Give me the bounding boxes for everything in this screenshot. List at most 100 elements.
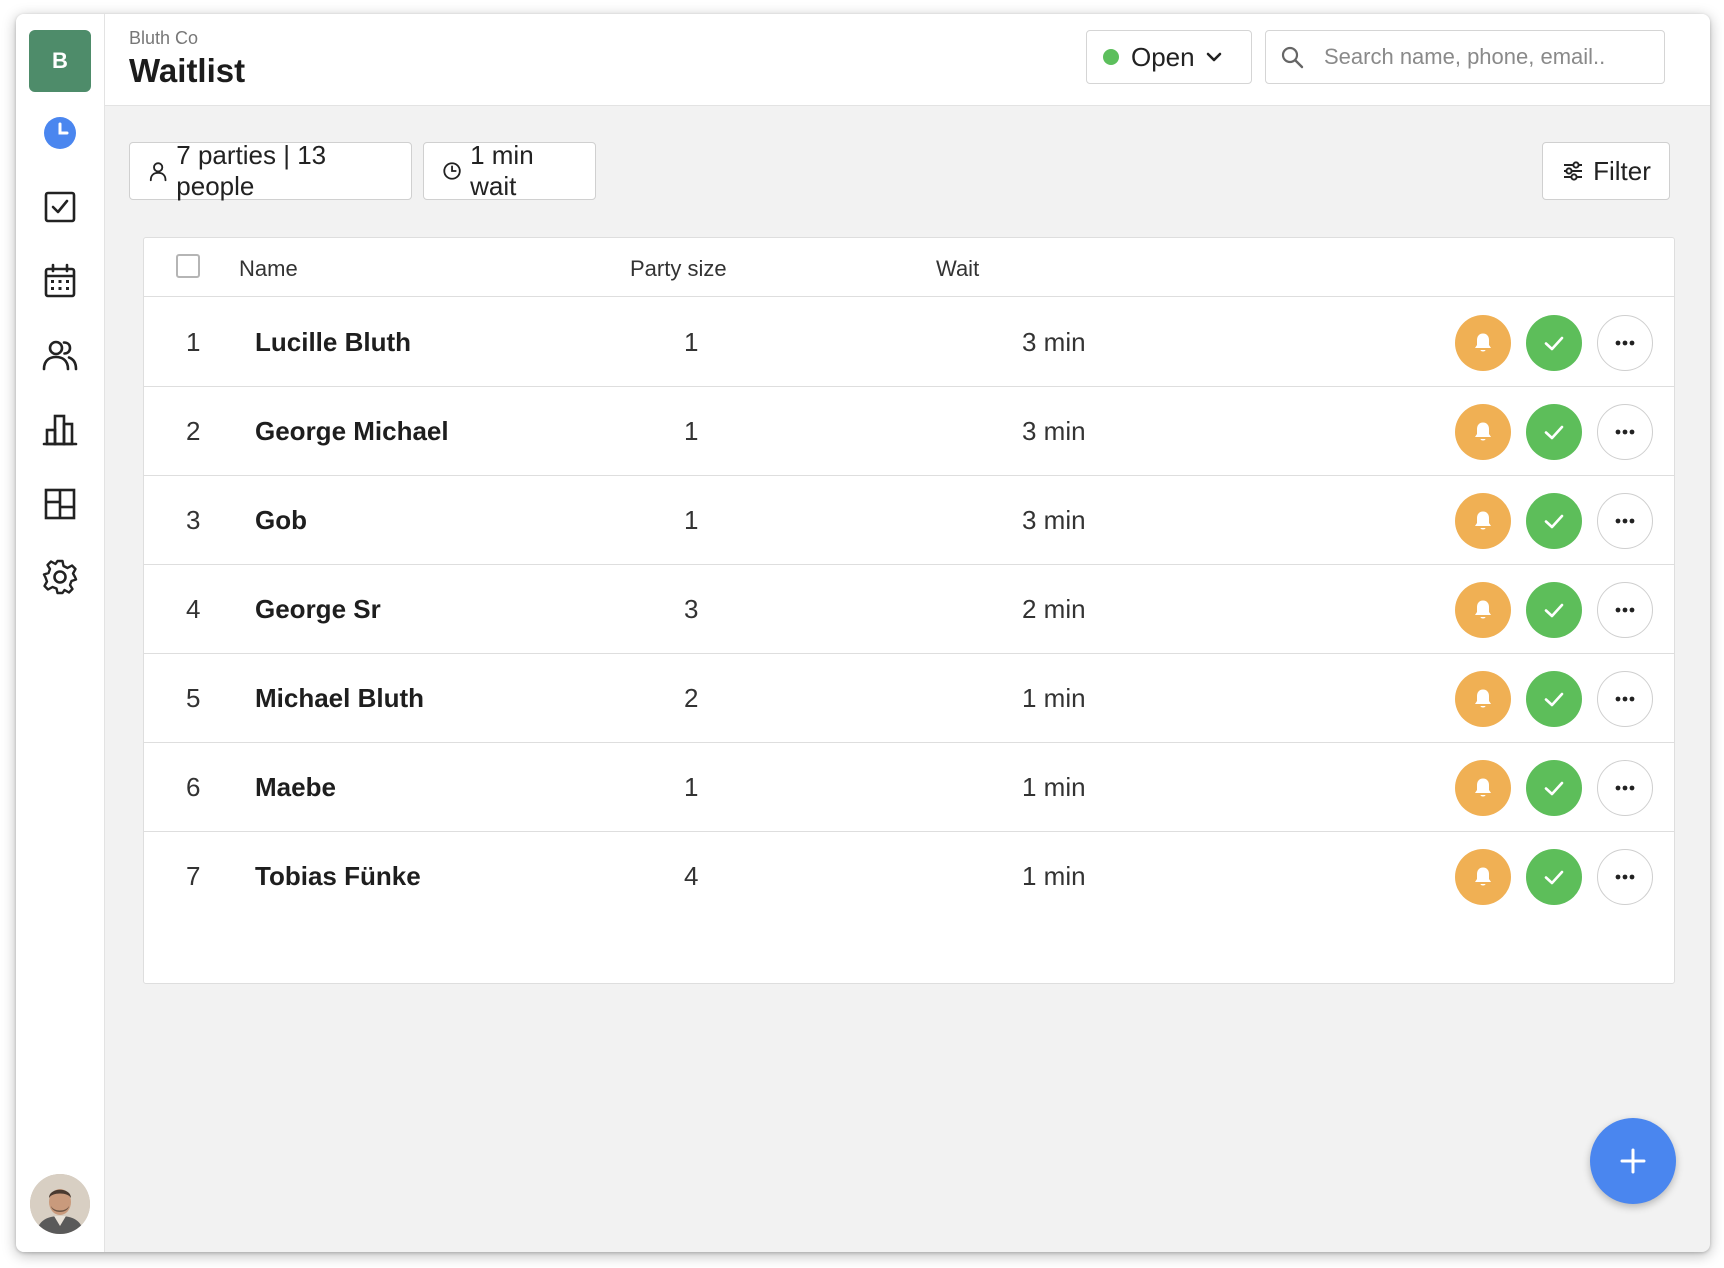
- search-input[interactable]: [1324, 44, 1654, 70]
- sidebar-item-guests[interactable]: [35, 330, 85, 380]
- party-size: 1: [684, 416, 699, 446]
- sidebar-item-floor-plan[interactable]: [35, 479, 85, 529]
- table-header: Name Party size Wait: [144, 238, 1674, 297]
- bell-icon: [1475, 511, 1491, 529]
- bar-chart-icon: [42, 414, 78, 446]
- sidebar-item-settings[interactable]: [35, 552, 85, 602]
- layout-icon: [44, 488, 76, 520]
- brand-logo[interactable]: B: [29, 30, 91, 92]
- seat-button[interactable]: [1526, 759, 1582, 816]
- guest-name[interactable]: Gob: [255, 476, 307, 565]
- guest-name[interactable]: Maebe: [255, 743, 336, 832]
- notify-button[interactable]: [1455, 314, 1511, 371]
- party-size: 1: [684, 772, 699, 802]
- bell-icon: [1475, 867, 1491, 885]
- table-row[interactable]: 7 Tobias Fünke 4 1 min: [144, 832, 1674, 921]
- more-options-button[interactable]: [1597, 492, 1653, 549]
- notify-button[interactable]: [1455, 403, 1511, 460]
- sidebar-item-tasks[interactable]: [35, 182, 85, 232]
- header: Bluth Co Waitlist Open: [105, 14, 1710, 106]
- party-size: 4: [684, 861, 699, 891]
- plus-icon: [1620, 1148, 1646, 1174]
- party-size: 2: [684, 683, 699, 713]
- sidebar-item-calendar[interactable]: [35, 256, 85, 306]
- ellipsis-icon: [1615, 785, 1635, 790]
- check-icon: [1544, 336, 1564, 350]
- gear-icon: [42, 559, 78, 595]
- ellipsis-icon: [1615, 518, 1635, 523]
- check-icon: [1544, 514, 1564, 528]
- table-row[interactable]: 3 Gob 1 3 min: [144, 476, 1674, 565]
- chevron-down-icon: [1206, 52, 1221, 62]
- check-icon: [1544, 692, 1564, 706]
- party-count-label: 7 parties | 13 people: [176, 140, 327, 201]
- more-options-button[interactable]: [1597, 403, 1653, 460]
- table-row[interactable]: 5 Michael Bluth 2 1 min: [144, 654, 1674, 743]
- guest-name[interactable]: Tobias Fünke: [255, 832, 421, 921]
- clock-icon: [44, 117, 76, 149]
- check-icon: [1544, 603, 1564, 617]
- search-box: [1265, 30, 1665, 84]
- row-number: 1: [186, 327, 201, 357]
- wait-time-label: 1 min wait: [470, 140, 534, 201]
- status-label: Open: [1131, 41, 1195, 72]
- filter-button[interactable]: Filter: [1542, 142, 1670, 200]
- party-size: 1: [684, 505, 699, 535]
- add-party-button[interactable]: [1590, 1118, 1676, 1204]
- party-size: 1: [684, 327, 699, 357]
- wait-time-button[interactable]: 1 min wait: [423, 140, 596, 201]
- table-row[interactable]: 6 Maebe 1 1 min: [144, 743, 1674, 832]
- seat-button[interactable]: [1526, 314, 1582, 371]
- table-row[interactable]: 4 George Sr 3 2 min: [144, 565, 1674, 654]
- notify-button[interactable]: [1455, 848, 1511, 905]
- sidebar-item-waitlist[interactable]: [35, 108, 85, 158]
- row-number: 4: [186, 594, 201, 624]
- filter-label: Filter: [1593, 155, 1651, 186]
- row-number: 3: [186, 505, 201, 535]
- more-options-button[interactable]: [1597, 759, 1653, 816]
- notify-button[interactable]: [1455, 759, 1511, 816]
- person-icon: [149, 162, 167, 182]
- seat-button[interactable]: [1526, 848, 1582, 905]
- bell-icon: [1475, 689, 1491, 707]
- company-name: Bluth Co: [129, 28, 199, 48]
- column-header-name[interactable]: Name: [239, 256, 298, 282]
- users-icon: [42, 340, 78, 371]
- wait-time: 2 min: [1022, 594, 1086, 624]
- seat-button[interactable]: [1526, 581, 1582, 638]
- guest-name[interactable]: Michael Bluth: [255, 654, 424, 743]
- more-options-button[interactable]: [1597, 670, 1653, 727]
- wait-time: 3 min: [1022, 505, 1086, 535]
- seat-button[interactable]: [1526, 670, 1582, 727]
- party-count-button[interactable]: 7 parties | 13 people: [129, 140, 412, 201]
- ellipsis-icon: [1615, 607, 1635, 612]
- more-options-button[interactable]: [1597, 581, 1653, 638]
- seat-button[interactable]: [1526, 403, 1582, 460]
- notify-button[interactable]: [1455, 670, 1511, 727]
- column-header-wait[interactable]: Wait: [936, 256, 979, 282]
- guest-name[interactable]: Lucille Bluth: [255, 298, 411, 387]
- row-number: 5: [186, 683, 201, 713]
- sliders-icon: [1564, 161, 1583, 181]
- table-row[interactable]: 1 Lucille Bluth 1 3 min: [144, 298, 1674, 387]
- status-dropdown[interactable]: Open: [1086, 30, 1252, 84]
- more-options-button[interactable]: [1597, 314, 1653, 371]
- select-all-checkbox[interactable]: [176, 254, 200, 278]
- more-options-button[interactable]: [1597, 848, 1653, 905]
- guest-name[interactable]: George Michael: [255, 387, 449, 476]
- check-icon: [1544, 781, 1564, 795]
- table-row[interactable]: 2 George Michael 1 3 min: [144, 387, 1674, 476]
- notify-button[interactable]: [1455, 492, 1511, 549]
- ellipsis-icon: [1615, 874, 1635, 879]
- wait-time: 3 min: [1022, 327, 1086, 357]
- seat-button[interactable]: [1526, 492, 1582, 549]
- column-header-party-size[interactable]: Party size: [630, 256, 727, 282]
- calendar-icon: [44, 263, 76, 298]
- bell-icon: [1475, 422, 1491, 440]
- guest-name[interactable]: George Sr: [255, 565, 381, 654]
- row-number: 7: [186, 861, 201, 891]
- app-window: B Bluth Co Waitlist Open Search name, ph…: [16, 14, 1710, 1252]
- avatar[interactable]: [30, 1174, 90, 1234]
- notify-button[interactable]: [1455, 581, 1511, 638]
- sidebar-item-analytics[interactable]: [35, 404, 85, 454]
